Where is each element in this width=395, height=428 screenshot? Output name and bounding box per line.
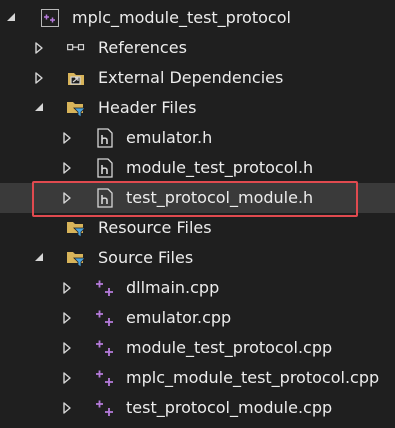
references-icon (67, 44, 85, 51)
header-files-label: Header Files (98, 98, 197, 117)
cpp-file-icon (96, 310, 113, 326)
collapsed-chevron-icon[interactable] (32, 70, 46, 86)
tree-item-emulator-cpp[interactable]: emulator.cpp (0, 303, 395, 333)
file-label: test_protocol_module.cpp (126, 398, 333, 417)
cpp-file-icon (96, 280, 113, 296)
collapsed-chevron-icon[interactable] (60, 130, 74, 146)
file-label: emulator.h (126, 128, 213, 147)
vc-project-icon (41, 9, 59, 27)
collapsed-chevron-icon[interactable] (60, 400, 74, 416)
collapsed-chevron-icon[interactable] (60, 160, 74, 176)
tree-item-module-test-protocol-cpp[interactable]: module_test_protocol.cpp (0, 333, 395, 363)
header-file-icon (97, 158, 113, 178)
filter-folder-icon (67, 102, 86, 118)
external-dependencies-icon (68, 73, 84, 85)
tree-item-mplc-module-test-protocol-cpp[interactable]: mplc_module_test_protocol.cpp (0, 363, 395, 393)
source-files-label: Source Files (98, 248, 194, 267)
external-dependencies-label: External Dependencies (98, 68, 284, 87)
highlight-box (32, 181, 358, 217)
tree-item-header-files[interactable]: Header Files (0, 93, 395, 123)
references-label: References (98, 38, 187, 57)
tree-item-module-test-protocol-h[interactable]: module_test_protocol.h (0, 153, 395, 183)
file-label: module_test_protocol.h (126, 158, 314, 177)
file-label: dllmain.cpp (126, 278, 220, 297)
tree-item-resource-files[interactable]: Resource Files (0, 213, 395, 243)
tree-item-test-protocol-module-cpp[interactable]: test_protocol_module.cpp (0, 393, 395, 423)
filter-folder-icon (67, 222, 86, 238)
resource-files-label: Resource Files (98, 218, 212, 237)
collapsed-chevron-icon[interactable] (60, 370, 74, 386)
project-label: mplc_module_test_protocol (72, 8, 291, 27)
collapsed-chevron-icon[interactable] (60, 340, 74, 356)
cpp-file-icon (96, 370, 113, 386)
tree-item-external-dependencies[interactable]: External Dependencies (0, 63, 395, 93)
file-label: mplc_module_test_protocol.cpp (126, 368, 380, 387)
filter-folder-icon (67, 252, 86, 268)
tree-item-source-files[interactable]: Source Files (0, 243, 395, 273)
collapsed-chevron-icon[interactable] (60, 310, 74, 326)
cpp-file-icon (96, 400, 113, 416)
tree-item-dllmain-cpp[interactable]: dllmain.cpp (0, 273, 395, 303)
tree-item-emulator-h[interactable]: emulator.h (0, 123, 395, 153)
collapsed-chevron-icon[interactable] (60, 280, 74, 296)
collapsed-chevron-icon[interactable] (32, 40, 46, 56)
file-label: module_test_protocol.cpp (126, 338, 333, 357)
expanded-chevron-icon[interactable] (32, 250, 46, 266)
cpp-file-icon (96, 340, 113, 356)
expanded-chevron-icon[interactable] (4, 10, 18, 26)
expanded-chevron-icon[interactable] (32, 100, 46, 116)
header-file-icon (97, 128, 113, 148)
tree-item-references[interactable]: References (0, 33, 395, 63)
tree-item-project[interactable]: mplc_module_test_protocol (0, 3, 395, 33)
file-label: emulator.cpp (126, 308, 232, 327)
